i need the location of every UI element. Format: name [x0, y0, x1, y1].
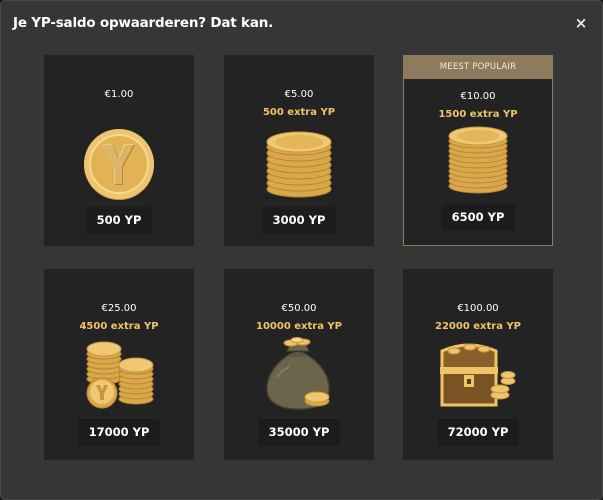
package-amount: 72000 YP	[437, 419, 519, 446]
package-extra: 22000 extra YP	[434, 321, 521, 332]
package-card-1[interactable]: €1.00 500 YP	[44, 55, 194, 246]
package-extra: 500 extra YP	[262, 107, 336, 118]
package-card-3[interactable]: MEEST POPULAIR €10.00 1500 extra YP 6500…	[403, 55, 553, 246]
package-price: €50.00	[281, 303, 317, 314]
package-price: €25.00	[101, 303, 137, 314]
package-price: €5.00	[284, 89, 314, 100]
package-amount: 3000 YP	[262, 207, 336, 234]
most-popular-badge: MEEST POPULAIR	[403, 55, 553, 79]
coin-stack-icon	[224, 127, 374, 199]
single-coin-icon	[44, 125, 194, 205]
package-card-2[interactable]: €5.00 500 extra YP 3000 YP	[224, 55, 374, 246]
top-up-dialog: Je YP-saldo opwaarderen? Dat kan. × €1.0…	[0, 0, 603, 500]
coin-sack-icon	[224, 337, 374, 411]
package-extra: 1500 extra YP	[438, 109, 518, 120]
treasure-chest-icon	[403, 337, 553, 411]
package-extra: 10000 extra YP	[255, 321, 342, 332]
package-price: €100.00	[457, 303, 499, 314]
coin-piles-icon	[44, 337, 194, 411]
package-card-4[interactable]: €25.00 4500 extra YP 17000 YP	[44, 269, 194, 460]
package-card-6[interactable]: €100.00 22000 extra YP 72000 YP	[403, 269, 553, 460]
package-amount: 6500 YP	[441, 204, 515, 231]
package-amount: 17000 YP	[78, 419, 160, 446]
dialog-title: Je YP-saldo opwaarderen? Dat kan.	[13, 15, 274, 31]
package-amount: 35000 YP	[258, 419, 340, 446]
package-price: €1.00	[104, 89, 134, 100]
close-icon[interactable]: ×	[573, 15, 589, 31]
package-price: €10.00	[460, 91, 496, 102]
package-amount: 500 YP	[86, 207, 152, 234]
package-extra: 4500 extra YP	[79, 321, 159, 332]
tall-coin-stack-icon	[404, 126, 552, 194]
package-card-5[interactable]: €50.00 10000 extra YP 35000 YP	[224, 269, 374, 460]
